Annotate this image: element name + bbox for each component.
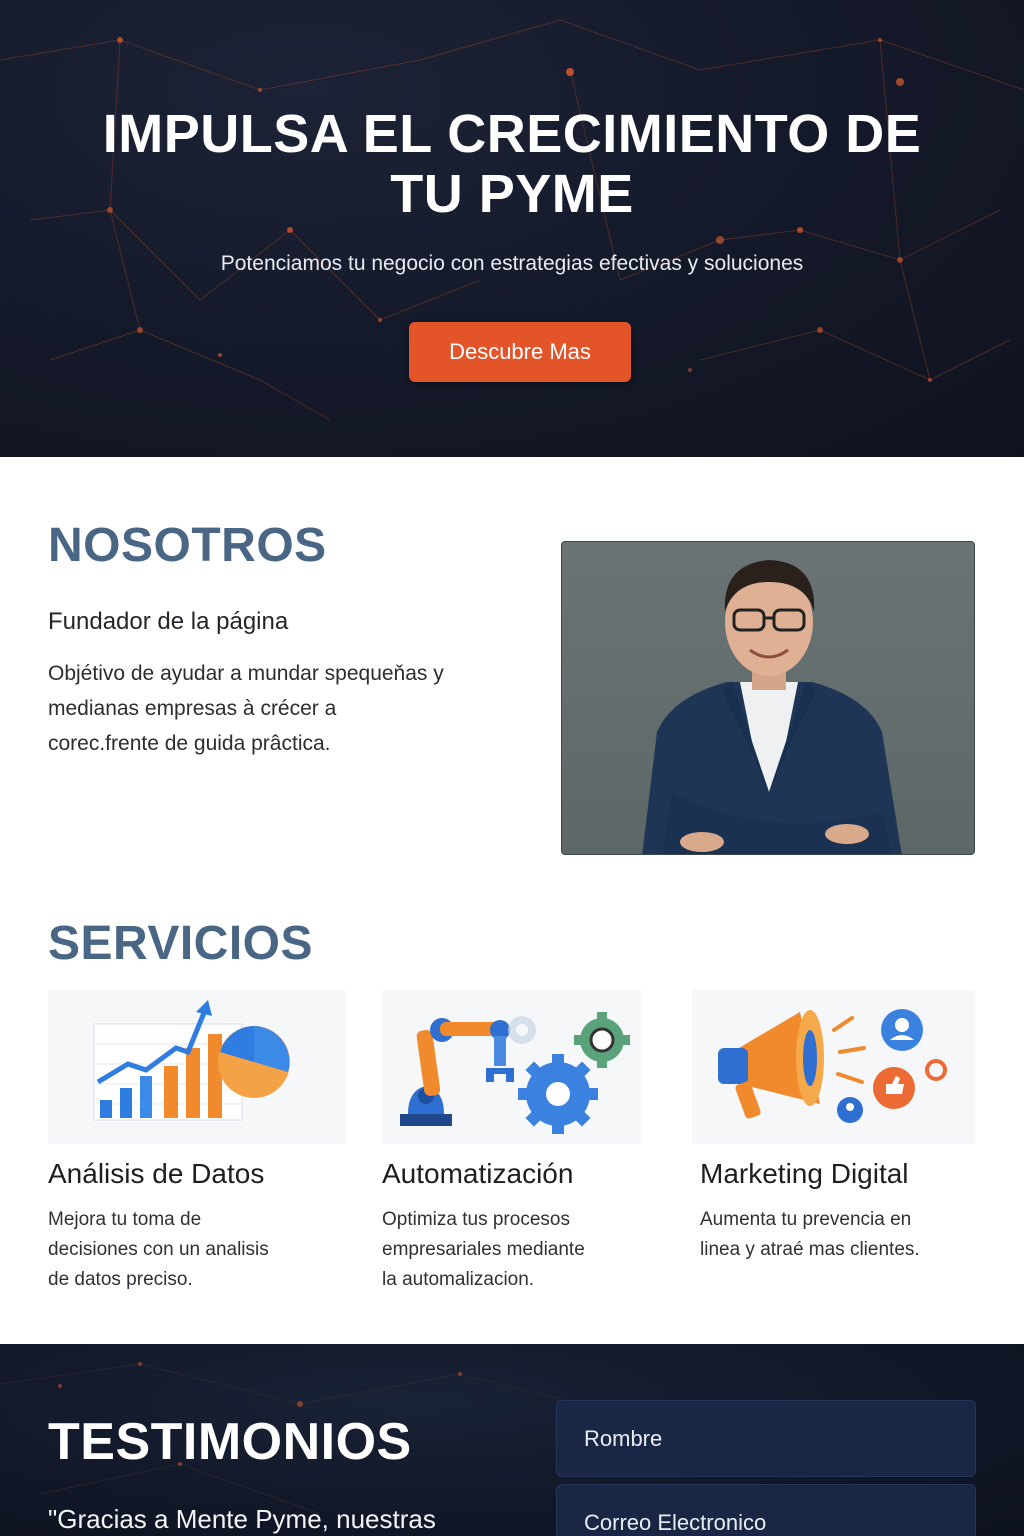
about-text-line: corec.frente de guida prâcticа. bbox=[48, 732, 331, 755]
name-field[interactable] bbox=[556, 1400, 976, 1477]
hero-section: IMPULSA EL CRECIMIENTO DE TU PYME Potenc… bbox=[0, 0, 1024, 457]
about-title: NOSOTROS bbox=[48, 519, 327, 572]
data-analysis-card-image bbox=[48, 990, 346, 1144]
service-desc-line: la automalizacion. bbox=[382, 1269, 535, 1290]
service-desc-automation: Optimiza tus procesos empresariales medi… bbox=[382, 1205, 585, 1295]
about-text-line: medianas empresas à crécer a bbox=[48, 697, 337, 720]
testimonials-title: TESTIMONIOS bbox=[48, 1413, 412, 1471]
about-text-line: Objétivo de ayudar a mundar spequeňas y bbox=[48, 662, 444, 685]
service-desc-data-analysis: Mejora tu toma de decisiones con un anal… bbox=[48, 1205, 269, 1295]
hero-subtitle: Potenciamos tu negocio con estrategias e… bbox=[220, 252, 804, 275]
services-title: SERVICIOS bbox=[48, 917, 314, 970]
service-desc-line: linea y atraé mas clientes. bbox=[700, 1239, 920, 1260]
service-desc-line: Aumenta tu prevencia en bbox=[700, 1209, 912, 1230]
testimonial-quote: "Gracias a Mente Pyme, nuestras bbox=[48, 1504, 436, 1534]
service-desc-line: empresariales mediante bbox=[382, 1239, 585, 1260]
service-title-data-analysis: Análisis de Datos bbox=[48, 1158, 265, 1189]
automation-card-image bbox=[382, 990, 641, 1144]
robot-arm-icon bbox=[400, 1012, 630, 1134]
founder-portrait-illustration bbox=[642, 560, 902, 854]
bar-chart-icon bbox=[93, 1000, 290, 1121]
service-desc-line: decisiones con un analisis bbox=[48, 1239, 269, 1260]
testimonials-section: TESTIMONIOS "Gracias a Mente Pyme, nuest… bbox=[0, 1344, 1024, 1536]
service-desc-line: Optimiza tus procesos bbox=[382, 1209, 570, 1230]
hero-title-line-1: IMPULSA EL CRECIMIENTO DE bbox=[102, 104, 922, 164]
marketing-card-image bbox=[692, 990, 975, 1144]
about-description: Objétivo de ayudar a mundar spequeňas y … bbox=[48, 656, 518, 761]
hero-title-line-2: TU PYME bbox=[390, 164, 634, 224]
service-title-marketing: Marketing Digital bbox=[700, 1158, 909, 1189]
hero-title: IMPULSA EL CRECIMIENTO DE TU PYME bbox=[0, 104, 1024, 224]
founder-photo bbox=[561, 541, 975, 855]
service-title-automation: Automatización bbox=[382, 1158, 574, 1189]
service-desc-line: Mejora tu toma de bbox=[48, 1209, 202, 1230]
email-field[interactable] bbox=[556, 1484, 976, 1536]
megaphone-icon bbox=[718, 1009, 947, 1123]
about-subtitle: Fundador de la página bbox=[48, 608, 289, 635]
service-desc-line: de datos preciso. bbox=[48, 1269, 193, 1290]
discover-more-button[interactable]: Descubre Mas bbox=[409, 322, 631, 382]
service-desc-marketing: Aumenta tu prevencia en linea y atraé ma… bbox=[700, 1205, 920, 1265]
network-background bbox=[0, 19, 1024, 421]
